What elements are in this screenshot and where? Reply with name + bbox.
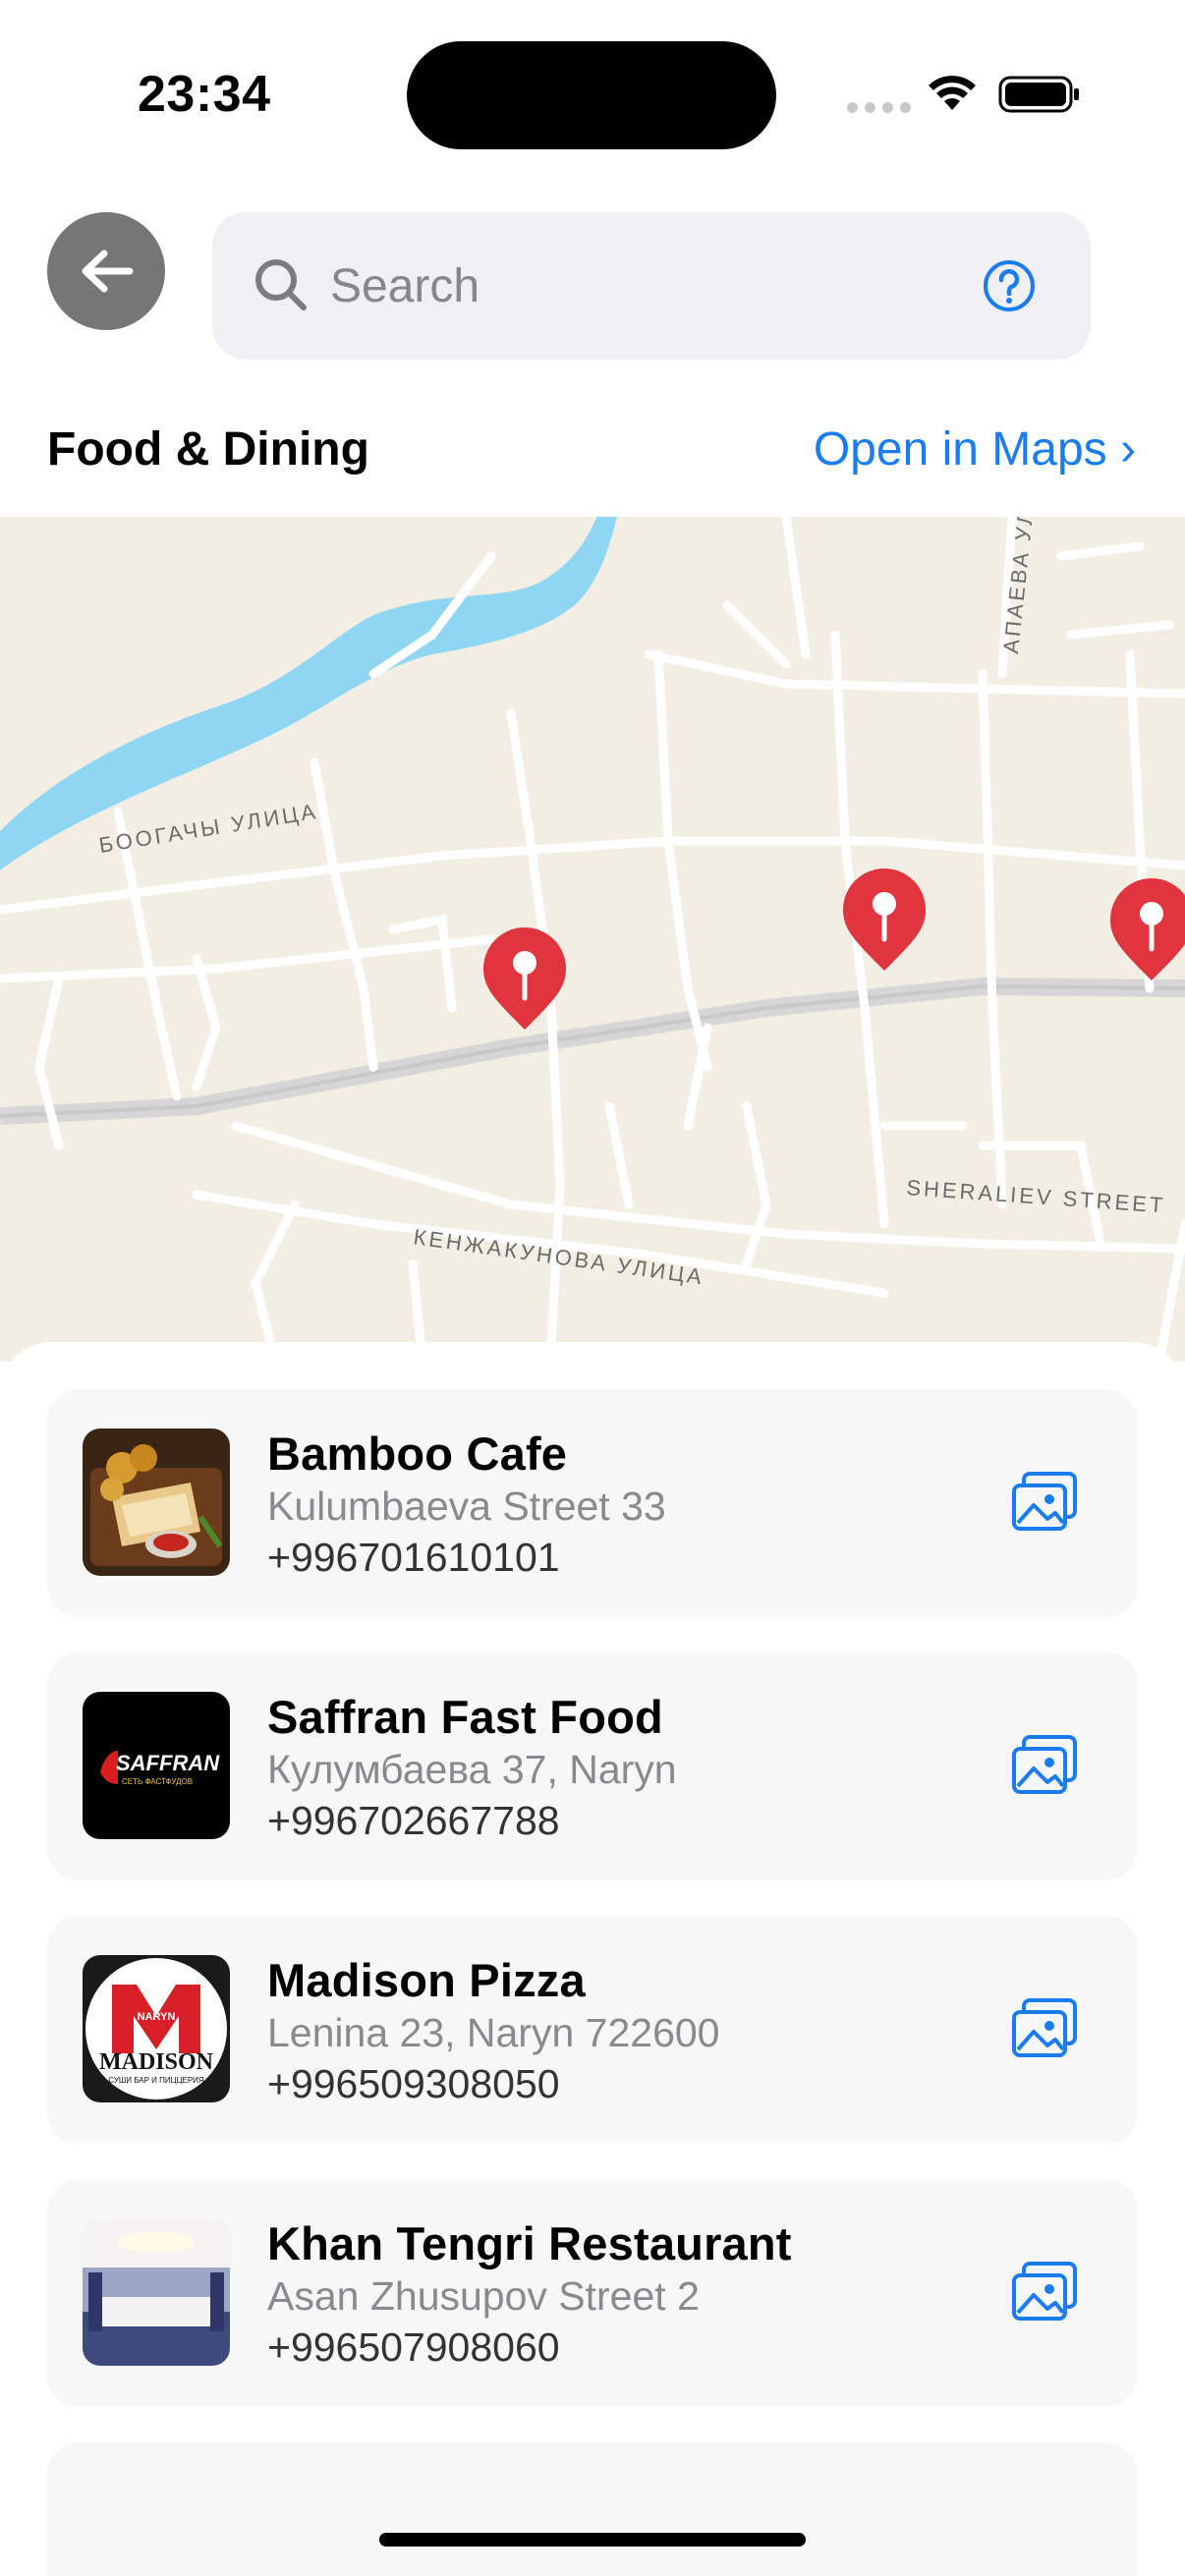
madison-logo-top: NARYN [138,2011,176,2023]
status-bar: 23:34 [0,0,1185,177]
search-bar[interactable] [212,212,1091,360]
madison-logo-text: MADISON [99,2049,214,2075]
map-canvas: БООГАЧЫ УЛИЦА SHERALIEV STREET КЕНЖАКУНО… [0,517,1185,1362]
place-phone[interactable]: +996507908060 [267,2324,560,2371]
back-button[interactable] [47,212,165,330]
place-card-partial[interactable] [47,2442,1138,2576]
place-name: Bamboo Cafe [267,1428,568,1480]
dynamic-island [407,41,776,149]
status-time: 23:34 [138,66,271,123]
place-card-saffran[interactable]: SAFFRAN СЕТЬ ФАСТФУДОВ Saffran Fast Food… [47,1652,1138,1880]
app-screen: 23:34 Food & Din [0,0,1185,2576]
search-input[interactable] [330,242,959,330]
place-phone[interactable]: +996702667788 [267,1798,560,1844]
open-in-maps-link[interactable]: Open in Maps › [814,422,1136,476]
place-name: Saffran Fast Food [267,1691,663,1743]
place-card-khan-tengri[interactable]: Khan Tengri Restaurant Asan Zhusupov Str… [47,2179,1138,2407]
help-icon[interactable] [983,259,1036,312]
home-indicator[interactable] [379,2533,806,2547]
place-thumbnail-logo: SAFFRAN СЕТЬ ФАСТФУДОВ [83,1692,230,1839]
battery-icon [998,76,1079,113]
gallery-icon[interactable] [1010,1470,1079,1535]
gallery-icon[interactable] [1010,1996,1079,2061]
section-title: Food & Dining [47,423,369,476]
place-thumbnail [83,2218,230,2366]
place-phone[interactable]: +996509308050 [267,2061,560,2107]
place-thumbnail [83,1428,230,1576]
search-icon [255,259,307,310]
place-name: Madison Pizza [267,1954,586,2006]
saffran-logo-subtext: СЕТЬ ФАСТФУДОВ [122,1777,193,1786]
back-arrow-icon [82,250,134,293]
place-address: Kulumbaeva Street 33 [267,1484,666,1529]
madison-logo-subtext: СУШИ БАР И ПИЦЦЕРИЯ [108,2076,204,2085]
map-view[interactable]: БООГАЧЫ УЛИЦА SHERALIEV STREET КЕНЖАКУНО… [0,517,1185,1362]
cellular-signal-icon [847,102,911,113]
places-sheet[interactable]: Bamboo Cafe Kulumbaeva Street 33 +996701… [0,1342,1185,2576]
place-address: Lenina 23, Naryn 722600 [267,2010,720,2055]
saffran-logo-text: SAFFRAN [116,1751,220,1775]
place-card-madison[interactable]: NARYN MADISON СУШИ БАР И ПИЦЦЕРИЯ Madiso… [47,1916,1138,2144]
place-name: Khan Tengri Restaurant [267,2217,792,2269]
wifi-icon [929,76,976,110]
place-phone[interactable]: +996701610101 [267,1535,560,1581]
place-address: Кулумбаева 37, Naryn [267,1747,677,1792]
gallery-icon[interactable] [1010,1733,1079,1798]
place-thumbnail-logo: NARYN MADISON СУШИ БАР И ПИЦЦЕРИЯ [83,1955,230,2102]
gallery-icon[interactable] [1010,2260,1079,2324]
place-address: Asan Zhusupov Street 2 [267,2273,700,2319]
place-card-bamboo-cafe[interactable]: Bamboo Cafe Kulumbaeva Street 33 +996701… [47,1389,1138,1617]
